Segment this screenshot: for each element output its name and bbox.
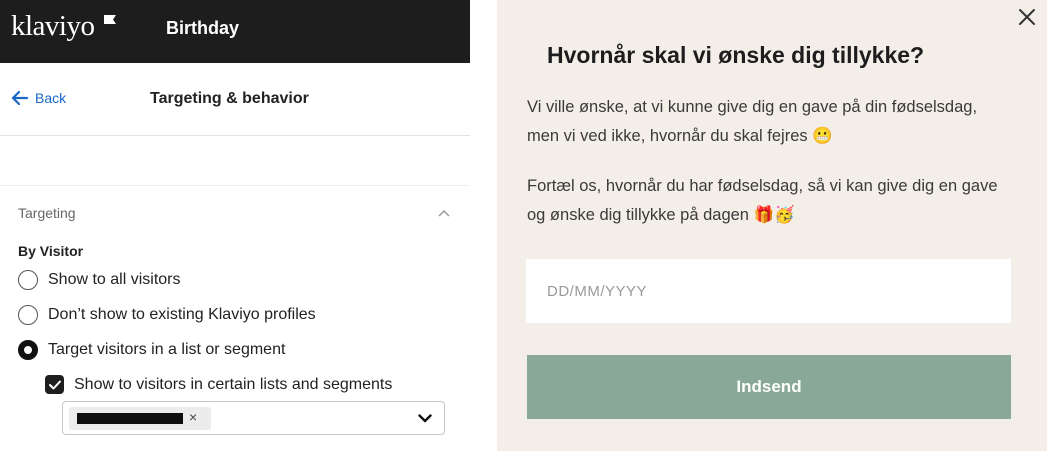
page-title: Targeting & behavior <box>150 90 309 107</box>
back-label: Back <box>35 90 67 106</box>
klaviyo-logo: klaviyo <box>11 10 95 42</box>
checkbox-label: Show to visitors in certain lists and se… <box>74 375 393 393</box>
check-icon <box>48 380 61 389</box>
editor-nav-row: Back Targeting & behavior <box>0 63 470 136</box>
radio-button[interactable] <box>18 305 38 325</box>
section-spacer <box>0 137 470 186</box>
popup-title: Hvornår skal vi ønske dig tillykke? <box>547 42 925 68</box>
selected-list-tag: × <box>69 407 211 430</box>
checkbox-checked[interactable] <box>45 375 64 394</box>
radio-button-selected[interactable] <box>18 340 38 360</box>
radio-label: Target visitors in a list or segment <box>48 341 286 358</box>
radio-dont-show-existing-profiles[interactable]: Don’t show to existing Klaviyo profiles <box>18 305 316 325</box>
popup-paragraph: Fortæl os, hvornår du har fødselsdag, så… <box>527 177 998 224</box>
editor-header: klaviyo Birthday <box>0 0 470 63</box>
popup-paragraph: Vi ville ønske, at vi kunne give dig en … <box>527 98 978 145</box>
submit-button[interactable]: Indsend <box>527 355 1011 419</box>
remove-tag-button[interactable]: × <box>189 409 197 425</box>
chevron-down-icon[interactable] <box>418 414 432 423</box>
arrow-left-icon <box>11 90 29 106</box>
form-editor-panel: klaviyo Birthday Back Targeting & behavi… <box>0 0 470 458</box>
section-title: Targeting <box>18 205 76 221</box>
close-icon[interactable] <box>1016 6 1038 28</box>
lists-segments-select[interactable]: × <box>62 401 445 435</box>
form-name: Birthday <box>166 18 240 38</box>
radio-target-list-or-segment[interactable]: Target visitors in a list or segment <box>18 340 285 360</box>
radio-show-all-visitors[interactable]: Show to all visitors <box>18 270 181 290</box>
back-button[interactable]: Back <box>11 90 66 106</box>
klaviyo-logo-flag-icon <box>104 15 116 24</box>
radio-button[interactable] <box>18 270 38 290</box>
redacted-list-name <box>77 413 183 424</box>
radio-label: Show to all visitors <box>48 271 181 288</box>
chevron-up-icon[interactable] <box>438 209 450 217</box>
radio-label: Don’t show to existing Klaviyo profiles <box>48 306 316 323</box>
checkbox-show-certain-lists[interactable]: Show to visitors in certain lists and se… <box>45 375 392 394</box>
by-visitor-label: By Visitor <box>18 243 84 259</box>
birthday-date-input[interactable] <box>526 259 1011 323</box>
targeting-section-header[interactable]: Targeting <box>18 205 450 225</box>
